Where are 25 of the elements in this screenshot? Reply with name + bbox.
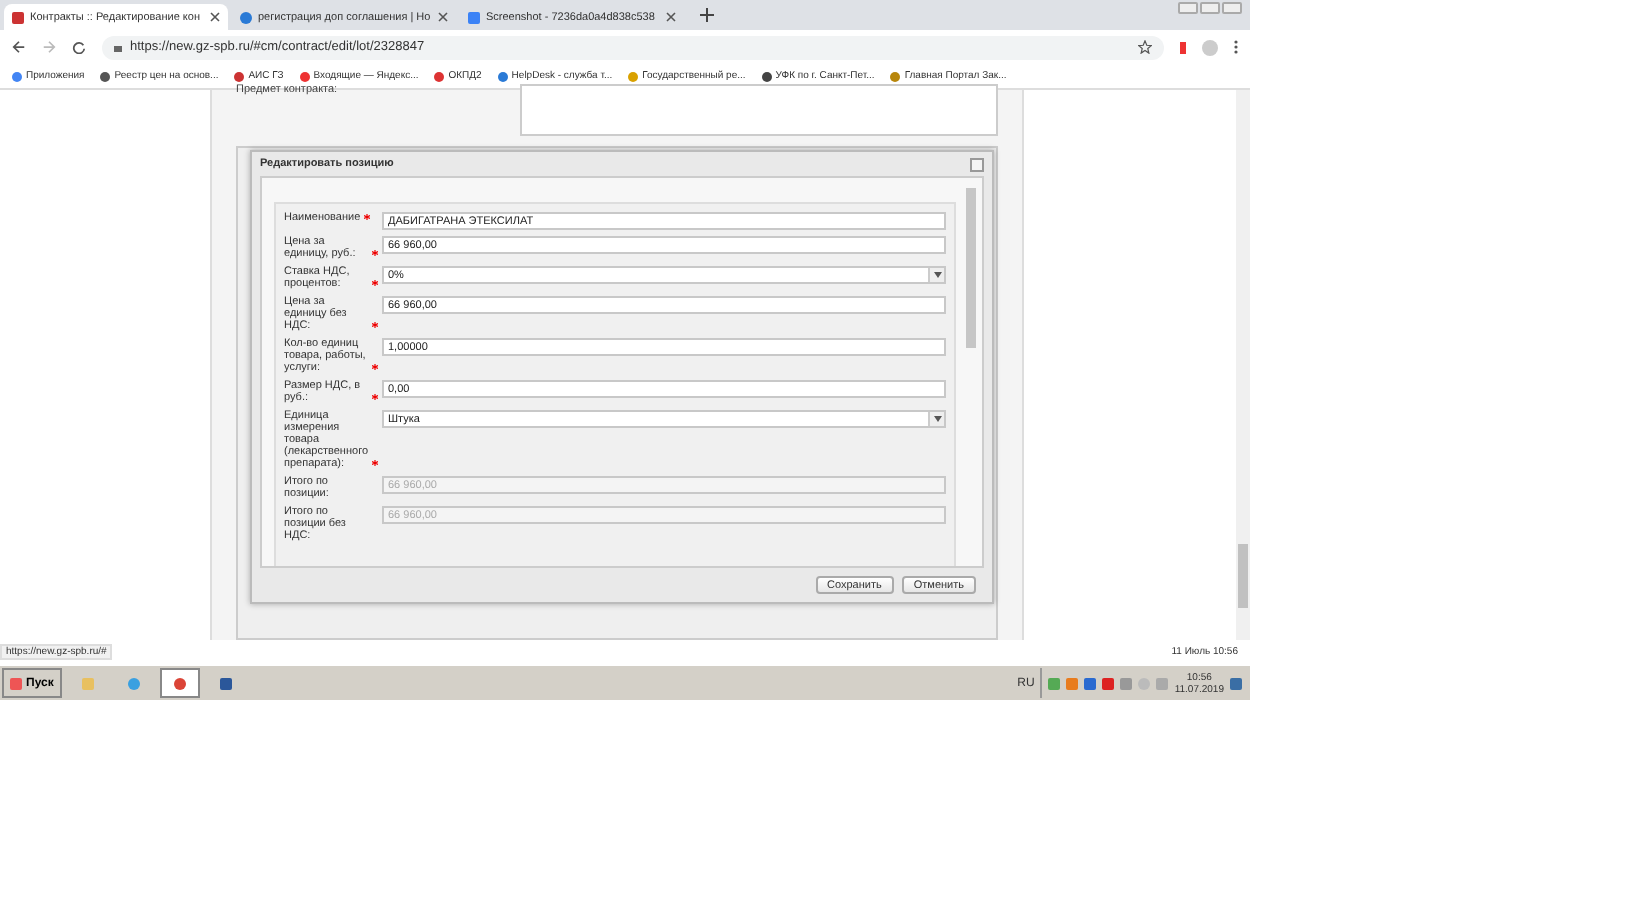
scrollbar[interactable] <box>1236 90 1250 640</box>
extension-icon[interactable] <box>1180 41 1186 53</box>
reload-icon[interactable] <box>72 40 86 54</box>
close-icon[interactable] <box>666 12 676 22</box>
required-asterisk-icon <box>372 364 378 370</box>
flag-icon <box>1156 677 1169 689</box>
dropdown-caret-icon[interactable] <box>933 272 941 278</box>
tab-favicon-icon <box>468 11 480 23</box>
required-asterisk-icon <box>372 280 378 286</box>
show-desktop-icon <box>1230 677 1242 689</box>
close-icon[interactable] <box>210 12 220 22</box>
back-arrow-icon[interactable] <box>12 40 26 54</box>
dropdown-caret-icon[interactable] <box>933 416 941 422</box>
required-asterisk-icon <box>364 214 371 220</box>
required-asterisk-icon <box>372 394 378 400</box>
new-tab-icon[interactable] <box>700 8 714 22</box>
star-icon[interactable] <box>1138 40 1152 54</box>
chrome-icon[interactable] <box>159 668 200 698</box>
tab-favicon-icon <box>12 11 24 23</box>
required-asterisk-icon <box>372 460 379 466</box>
required-asterisk-icon <box>372 250 378 256</box>
close-icon[interactable] <box>438 12 448 22</box>
lock-icon <box>114 42 122 52</box>
tab-favicon-icon <box>240 11 252 23</box>
required-asterisk-icon <box>372 322 378 328</box>
